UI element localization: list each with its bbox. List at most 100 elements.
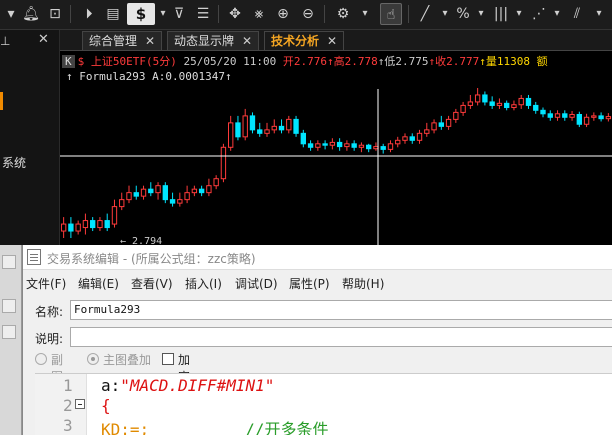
desc-field[interactable] bbox=[70, 327, 612, 347]
list-icon[interactable]: ☰ bbox=[192, 3, 214, 25]
candle-body[interactable] bbox=[119, 199, 125, 208]
candle-body[interactable] bbox=[438, 122, 444, 127]
candle-body[interactable] bbox=[307, 143, 314, 148]
candle-body[interactable] bbox=[467, 101, 474, 106]
chevron-down-icon[interactable]: ▾ bbox=[508, 3, 530, 25]
candle-body[interactable] bbox=[228, 122, 234, 148]
code-line[interactable]: KD:=; //开多条件 bbox=[101, 416, 328, 435]
candle-body[interactable] bbox=[82, 220, 89, 229]
candle-body[interactable] bbox=[583, 116, 590, 125]
hand-icon[interactable]: ☝ bbox=[380, 3, 402, 25]
candle-body[interactable] bbox=[540, 109, 546, 115]
code-editor[interactable]: 1 2 3 a:"MACD.DIFF#MIN1" { KD:=; //开多条件 bbox=[35, 373, 612, 435]
zoom-in-icon[interactable]: ⊕ bbox=[272, 3, 294, 25]
chart-icon[interactable]: ⊡ bbox=[44, 3, 66, 25]
menu-debug[interactable]: 调试(D) bbox=[235, 275, 278, 292]
side-button[interactable] bbox=[2, 299, 16, 313]
k-badge[interactable]: K bbox=[62, 55, 75, 68]
candle-body[interactable] bbox=[133, 192, 139, 197]
candle-body[interactable] bbox=[191, 188, 198, 194]
candle-body[interactable] bbox=[395, 139, 401, 145]
candle-body[interactable] bbox=[278, 125, 285, 131]
candle-body[interactable] bbox=[591, 115, 597, 118]
candle-body[interactable] bbox=[569, 113, 575, 118]
candle-body[interactable] bbox=[489, 101, 495, 106]
candle-body[interactable] bbox=[322, 143, 328, 146]
candle-body[interactable] bbox=[206, 185, 212, 194]
radio-main-overlay[interactable] bbox=[87, 353, 99, 365]
candle-body[interactable] bbox=[293, 118, 299, 134]
candle-body[interactable] bbox=[605, 116, 612, 120]
candle-body[interactable] bbox=[445, 118, 452, 127]
dollar-button[interactable]: $ bbox=[127, 3, 155, 25]
candle-body[interactable] bbox=[598, 115, 604, 120]
candle-body[interactable] bbox=[220, 146, 227, 180]
candle-body[interactable] bbox=[286, 118, 292, 131]
move-icon[interactable]: ✥ bbox=[224, 3, 246, 25]
close-icon[interactable]: ✕ bbox=[145, 34, 155, 48]
candle-body[interactable] bbox=[300, 132, 306, 145]
candle-body[interactable] bbox=[249, 115, 256, 131]
candle-body[interactable] bbox=[373, 146, 379, 150]
candle-body[interactable] bbox=[271, 125, 277, 131]
menu-edit[interactable]: 编辑(E) bbox=[78, 275, 119, 292]
menu-file[interactable]: 文件(F) bbox=[26, 275, 66, 292]
chevron-down-icon[interactable]: ▾ bbox=[470, 3, 492, 25]
document-icon[interactable]: ▤ bbox=[102, 3, 124, 25]
menu-help[interactable]: 帮助(H) bbox=[342, 275, 384, 292]
menu-properties[interactable]: 属性(P) bbox=[289, 275, 330, 292]
menu-insert[interactable]: 插入(I) bbox=[185, 275, 222, 292]
zoom-out-icon[interactable]: ⊖ bbox=[297, 3, 319, 25]
chevron-down-icon[interactable]: ▾ bbox=[588, 3, 610, 25]
candle-body[interactable] bbox=[198, 188, 205, 194]
tag-icon[interactable]: ▾ bbox=[0, 3, 22, 25]
candle-body[interactable] bbox=[474, 94, 481, 103]
side-button[interactable] bbox=[2, 255, 16, 269]
chevron-down-icon[interactable]: ▾ bbox=[354, 3, 376, 25]
candle-body[interactable] bbox=[518, 97, 524, 106]
candle-body[interactable] bbox=[525, 97, 532, 106]
candle-body[interactable] bbox=[358, 144, 365, 148]
gear-icon[interactable]: ⚙ bbox=[332, 3, 354, 25]
chevron-down-icon[interactable]: ▾ bbox=[546, 3, 568, 25]
code-line[interactable]: { bbox=[101, 396, 111, 415]
close-icon[interactable]: ✕ bbox=[327, 34, 337, 48]
candle-body[interactable] bbox=[169, 199, 176, 204]
grid-icon[interactable]: ⨳ bbox=[248, 3, 270, 25]
candle-body[interactable] bbox=[344, 143, 350, 148]
candle-body[interactable] bbox=[416, 132, 423, 141]
sidebar-item-system[interactable]: 系统 bbox=[2, 154, 26, 171]
candle-body[interactable] bbox=[184, 192, 190, 201]
pin-icon[interactable]: ⊥ bbox=[0, 34, 10, 48]
candle-body[interactable] bbox=[235, 122, 241, 138]
candle-body[interactable] bbox=[155, 185, 161, 194]
close-icon[interactable]: ✕ bbox=[38, 32, 49, 47]
candle-body[interactable] bbox=[402, 136, 408, 141]
hatch-icon[interactable]: ⫽ bbox=[566, 3, 588, 25]
candle-body[interactable] bbox=[162, 185, 168, 201]
candle-body[interactable] bbox=[380, 146, 386, 150]
candle-body[interactable] bbox=[424, 129, 430, 134]
play-icon[interactable]: ⏵ bbox=[78, 3, 100, 25]
tab-dynamic-board[interactable]: 动态显示牌 ✕ bbox=[167, 31, 260, 50]
candle-body[interactable] bbox=[547, 113, 553, 118]
candle-body[interactable] bbox=[90, 220, 96, 229]
candle-body[interactable] bbox=[453, 111, 459, 120]
bell-icon[interactable]: 🔔︎ bbox=[20, 3, 42, 25]
candle-body[interactable] bbox=[409, 136, 415, 141]
tab-overview[interactable]: 综合管理 ✕ bbox=[82, 31, 163, 50]
candle-body[interactable] bbox=[336, 141, 343, 148]
candle-body[interactable] bbox=[511, 104, 517, 109]
candle-body[interactable] bbox=[126, 192, 132, 201]
side-button[interactable] bbox=[2, 325, 16, 339]
candle-body[interactable] bbox=[329, 141, 336, 146]
candle-body[interactable] bbox=[97, 220, 103, 229]
candle-body[interactable] bbox=[366, 144, 372, 150]
candle-body[interactable] bbox=[387, 143, 394, 150]
candle-body[interactable] bbox=[504, 102, 510, 109]
filter-icon[interactable]: ⊽ bbox=[168, 3, 190, 25]
candle-body[interactable] bbox=[264, 129, 270, 134]
candle-body[interactable] bbox=[576, 113, 582, 125]
candle-body[interactable] bbox=[554, 113, 561, 118]
candle-body[interactable] bbox=[140, 188, 147, 197]
